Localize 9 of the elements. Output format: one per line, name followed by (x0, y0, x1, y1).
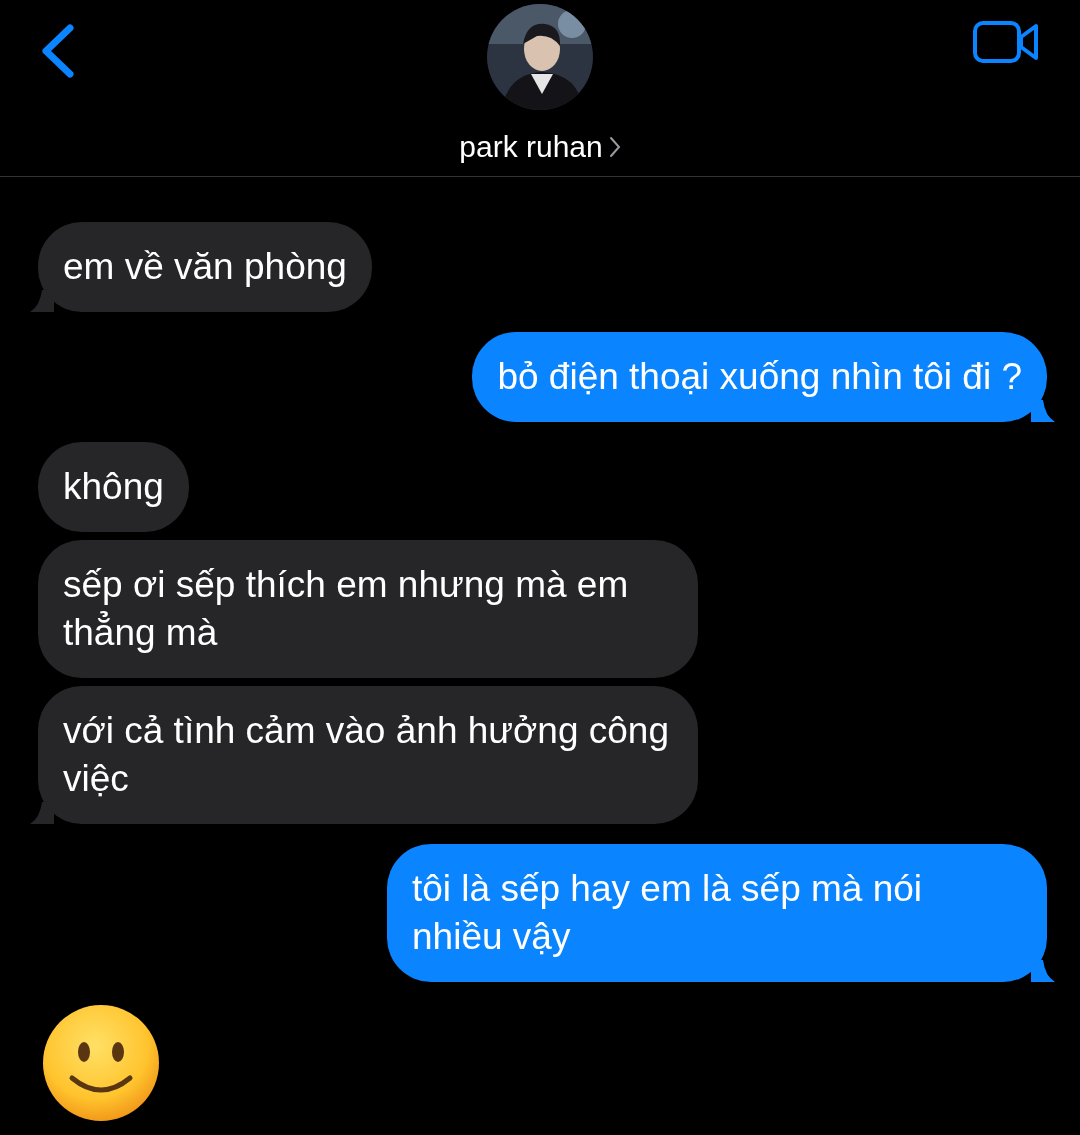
sent-message: tôi là sếp hay em là sếp mà nói nhiều vậy (387, 844, 1047, 982)
video-camera-button[interactable] (972, 20, 1040, 64)
sent-message: bỏ điện thoại xuống nhìn tôi đi ? (472, 332, 1047, 422)
chevron-right-icon (608, 135, 621, 158)
received-message: với cả tình cảm vào ảnh hưởng công việc (38, 686, 698, 824)
contact-name-button[interactable]: park ruhan (459, 124, 621, 169)
received-message: sếp ơi sếp thích em nhưng mà em thẳng mà (38, 540, 698, 678)
received-message: không (38, 442, 189, 532)
received-message: em về văn phòng (38, 222, 372, 312)
